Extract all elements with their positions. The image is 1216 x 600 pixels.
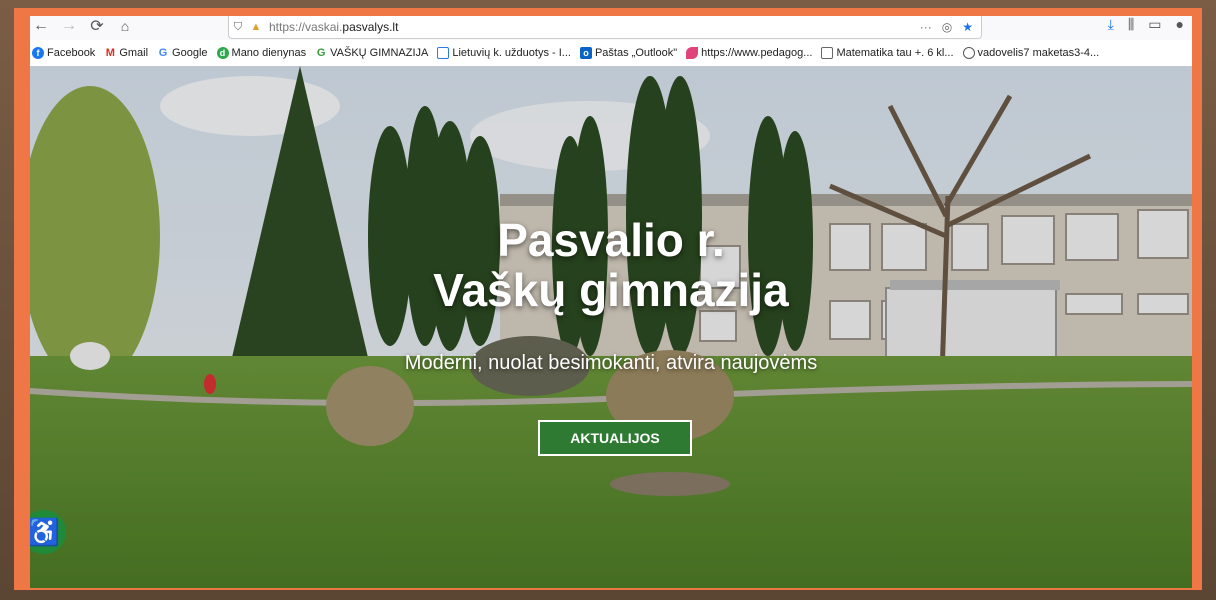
account-icon[interactable]: ● [1176,16,1184,33]
bookmark-vasku-gimnazija[interactable]: G VAŠKŲ GIMNAZIJA [315,47,428,59]
hero-title-line2: Vaškų gimnazija [433,264,789,316]
bookmark-vadovelis[interactable]: vadovelis7 maketas3-4... [962,47,1099,59]
hero-photo [30,66,1192,588]
bookmark-facebook[interactable]: f Facebook [32,47,95,59]
browser-toolbar: ← → ⟳ ⌂ ⛉ ▲ https://vaskai.pasvalys.lt ·… [30,16,1192,41]
bookmark-pedagogas[interactable]: https://www.pedagog... [686,47,812,59]
bookmark-lietuviu[interactable]: Lietuvių k. užduotys - I... [437,47,571,59]
hero-subtitle: Moderni, nuolat besimokanti, atvira nauj… [404,352,818,374]
outlook-icon: o [579,47,592,59]
page-icon [437,47,450,59]
library-icon[interactable]: ⫼ [1128,16,1134,33]
browser-window: ← → ⟳ ⌂ ⛉ ▲ https://vaskai.pasvalys.lt ·… [30,16,1192,588]
pedagogas-icon [686,47,699,59]
globe-icon [962,47,975,59]
reload-icon[interactable]: ⟳ [86,16,108,36]
bookmark-mano-dienynas[interactable]: d Mano dienynas [216,47,306,59]
sidebar-icon[interactable]: ▭ [1148,16,1161,33]
bookmark-google[interactable]: G Google [157,47,208,59]
more-icon[interactable]: ··· [920,20,932,34]
school-icon: G [316,47,326,59]
bookmark-gmail[interactable]: M Gmail [104,47,148,59]
star-icon[interactable]: ★ [962,20,973,34]
bookmark-matematika[interactable]: Matematika tau +. 6 kl... [821,47,954,59]
pocket-icon[interactable]: ◎ [942,20,952,34]
lock-icon[interactable]: ▲ [247,21,265,33]
google-icon: G [158,47,168,59]
book-icon [821,47,834,59]
aktualijos-button[interactable]: AKTUALIJOS [538,420,692,456]
url-text[interactable]: https://vaskai.pasvalys.lt [269,20,398,34]
address-bar[interactable]: ⛉ ▲ https://vaskai.pasvalys.lt ··· ◎ ★ [228,16,982,39]
home-icon[interactable]: ⌂ [114,16,136,36]
forward-arrow-icon[interactable]: → [58,16,80,36]
bookmarks-bar: f Facebook M Gmail G Google d Mano dieny… [30,40,1192,67]
hero-section: Pasvalio r. Vaškų gimnazija Moderni, nuo… [30,66,1192,588]
facebook-icon: f [32,47,44,59]
shield-icon[interactable]: ⛉ [229,21,247,34]
wheelchair-icon: ♿ [30,516,61,547]
bookmark-outlook[interactable]: o Paštas „Outlook" [579,47,677,59]
download-icon[interactable]: ⤓ [1108,16,1114,33]
gmail-icon: M [105,47,115,59]
hero-title-line1: Pasvalio r. [497,214,725,266]
back-arrow-icon[interactable]: ← [30,16,52,36]
dienynas-icon: d [216,47,229,59]
